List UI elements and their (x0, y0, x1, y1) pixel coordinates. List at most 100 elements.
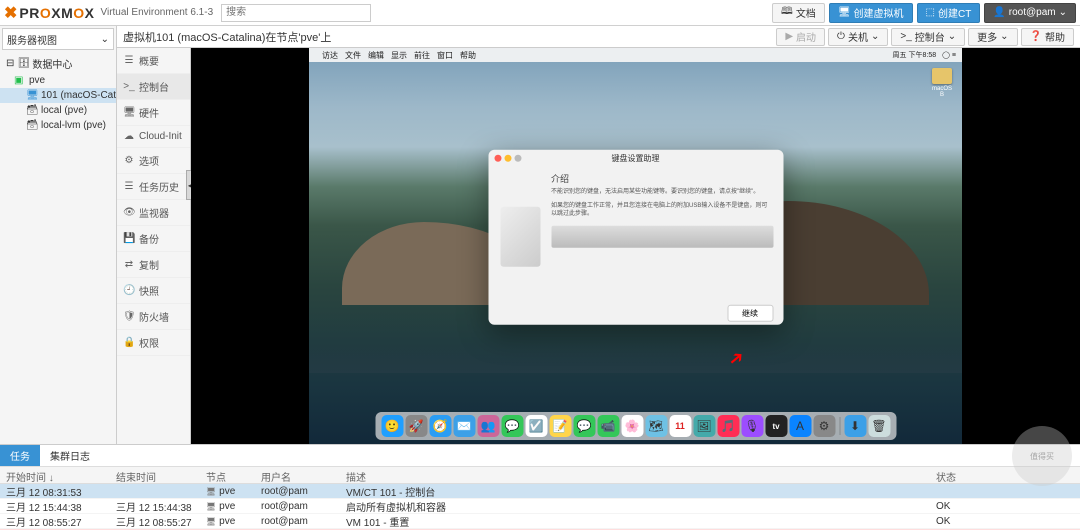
dock-music-icon[interactable]: 🎵 (717, 415, 739, 437)
dock-facetime-icon[interactable]: 📹 (597, 415, 619, 437)
tree-datacenter[interactable]: ⊟🗄数据中心 (0, 54, 116, 73)
col-node[interactable]: 节点 (200, 467, 255, 483)
submenu-firewall[interactable]: 🛡防火墙 (117, 304, 190, 330)
log-tab-bar: 任务 集群日志 (0, 444, 1080, 466)
zoom-icon (514, 154, 521, 161)
dock-safari-icon[interactable]: 🧭 (429, 415, 451, 437)
dock-mail-icon[interactable]: ✉️ (453, 415, 475, 437)
dock-notes-icon[interactable]: 📝 (549, 415, 571, 437)
user-menu[interactable]: 👤root@pam ⌄ (984, 3, 1076, 23)
cube-icon: ⬚ (926, 7, 935, 18)
submenu-hardware[interactable]: 🖥硬件 (117, 100, 190, 126)
version-label: Virtual Environment 6.1-3 (100, 7, 213, 18)
search-input[interactable] (221, 4, 371, 22)
tree-storage-local[interactable]: 🗃local (pve) (0, 103, 116, 118)
menubar-status: 周五 下午8:58◯ ≡ (887, 50, 956, 60)
macos-menubar: 访达 文件 编辑 显示 前往 窗口 帮助 周五 下午8:58◯ ≡ (309, 48, 962, 62)
dock-downloads-icon[interactable]: ⬇ (844, 415, 866, 437)
list-icon: ☰ (123, 181, 135, 192)
tree-vm-101[interactable]: 🖥101 (macOS-Catalina) (0, 88, 116, 103)
menu-file[interactable]: 文件 (345, 50, 361, 61)
vm-console[interactable]: 访达 文件 编辑 显示 前往 窗口 帮助 周五 下午8:58◯ ≡ (191, 48, 1080, 444)
submenu-cloudinit[interactable]: ☁Cloud-Init (117, 126, 190, 148)
minus-icon: ⊟ (6, 58, 14, 69)
menu-edit[interactable]: 编辑 (368, 50, 384, 61)
submenu-console[interactable]: >_控制台 (117, 74, 190, 100)
log-tab-tasks[interactable]: 任务 (0, 445, 40, 466)
database-icon: 🗃 (26, 120, 38, 131)
macos-dock: 🙂🚀🧭✉️👥💬☑️📝💬📹🌸🗺11🖼🎵🎙tvA⚙⬇🗑 (375, 412, 896, 440)
continue-button[interactable]: 继续 (727, 304, 773, 321)
col-end[interactable]: 结束时间 (110, 467, 200, 483)
dock-settings-icon[interactable]: ⚙ (813, 415, 835, 437)
submenu-summary[interactable]: ☰概要 (117, 48, 190, 74)
content-body: ☰概要 >_控制台 🖥硬件 ☁Cloud-Init ⚙选项 ☰任务历史 👁监视器… (117, 48, 1080, 444)
dock-reminders-icon[interactable]: ☑️ (525, 415, 547, 437)
shutdown-button[interactable]: ⏻关机 ⌄ (828, 28, 888, 46)
search-box[interactable] (221, 4, 371, 22)
help-button[interactable]: ❓帮助 (1021, 28, 1074, 46)
tree-node-pve[interactable]: ▣pve (0, 73, 116, 88)
disk-icon (932, 68, 952, 84)
copy-icon: ⇄ (123, 259, 135, 270)
dock-photos-icon[interactable]: 🌸 (621, 415, 643, 437)
dock-tv-icon[interactable]: tv (765, 415, 787, 437)
submenu-backup[interactable]: 💾备份 (117, 226, 190, 252)
server-icon: 🗄 (17, 58, 29, 69)
desktop-disk-icon[interactable]: macOS B (930, 68, 954, 98)
monitor-icon: 🖥 (26, 90, 38, 101)
menu-help[interactable]: 帮助 (460, 50, 476, 61)
start-button[interactable]: ▶启动 (776, 28, 825, 46)
log-rows: 三月 12 08:31:53pveroot@pamVM/CT 101 - 控制台… (0, 484, 1080, 530)
monitor-icon: 🖥 (838, 7, 851, 18)
submenu-permissions[interactable]: 🔒权限 (117, 330, 190, 356)
novnc-viewport[interactable]: 访达 文件 编辑 显示 前往 窗口 帮助 周五 下午8:58◯ ≡ (309, 48, 962, 444)
close-icon[interactable] (494, 154, 501, 161)
dock-preview-icon[interactable]: 🖼 (693, 415, 715, 437)
dock-separator (839, 417, 840, 435)
dialog-body: 介绍 不能识别您的键盘，无法启用某些功能键等。要识别您的键盘，请点按"继续"。 … (488, 166, 783, 301)
dock-trash-icon[interactable]: 🗑 (868, 415, 890, 437)
submenu-options[interactable]: ⚙选项 (117, 148, 190, 174)
submenu-snapshot[interactable]: 🕘快照 (117, 278, 190, 304)
submenu-monitor[interactable]: 👁监视器 (117, 200, 190, 226)
menu-go[interactable]: 前往 (414, 50, 430, 61)
gear-icon: ⚙ (123, 155, 135, 166)
resource-tree-panel: 服务器视图⌄ ⊟🗄数据中心 ▣pve 🖥101 (macOS-Catalina)… (0, 26, 117, 444)
dialog-title: 键盘设置助理 (612, 152, 660, 163)
dock-podcasts-icon[interactable]: 🎙 (741, 415, 763, 437)
book-icon: 🕮 (781, 4, 793, 21)
chevron-down-icon: ⌄ (871, 31, 879, 42)
dock-finder-icon[interactable]: 🙂 (381, 415, 403, 437)
traffic-lights[interactable] (494, 154, 521, 161)
dock-calendar-11-icon[interactable]: 11 (669, 415, 691, 437)
shield-icon: 🛡 (123, 311, 135, 322)
dock-messages-icon[interactable]: 💬 (573, 415, 595, 437)
tree-storage-local-lvm[interactable]: 🗃local-lvm (pve) (0, 118, 116, 133)
save-icon: 💾 (123, 233, 135, 244)
menu-finder[interactable]: 访达 (322, 50, 338, 61)
submenu-replication[interactable]: ⇄复制 (117, 252, 190, 278)
dialog-illustration (498, 172, 543, 301)
dock-contacts-icon[interactable]: 👥 (477, 415, 499, 437)
dock-maps-icon[interactable]: 🗺 (645, 415, 667, 437)
log-tab-cluster[interactable]: 集群日志 (40, 445, 100, 466)
docs-button[interactable]: 🕮文档 (772, 3, 825, 23)
col-user[interactable]: 用户名 (255, 467, 340, 483)
col-desc[interactable]: 描述 (340, 467, 930, 483)
col-start[interactable]: 开始时间 ↓ (0, 467, 110, 483)
console-button[interactable]: >_控制台 ⌄ (891, 28, 965, 46)
menu-window[interactable]: 窗口 (437, 50, 453, 61)
dock-launchpad-icon[interactable]: 🚀 (405, 415, 427, 437)
create-vm-button[interactable]: 🖥创建虚拟机 (829, 3, 913, 23)
submenu-task-history[interactable]: ☰任务历史 (117, 174, 190, 200)
view-selector[interactable]: 服务器视图⌄ (2, 28, 114, 50)
terminal-icon: >_ (123, 81, 135, 92)
dock-appstore-icon[interactable]: A (789, 415, 811, 437)
database-icon: 🗃 (26, 105, 38, 116)
create-ct-button[interactable]: ⬚创建CT (917, 3, 981, 23)
dock-calendar-badge-icon[interactable]: 💬 (501, 415, 523, 437)
more-button[interactable]: 更多 ⌄ (968, 28, 1017, 46)
menu-view[interactable]: 显示 (391, 50, 407, 61)
lock-icon: 🔒 (123, 337, 135, 348)
